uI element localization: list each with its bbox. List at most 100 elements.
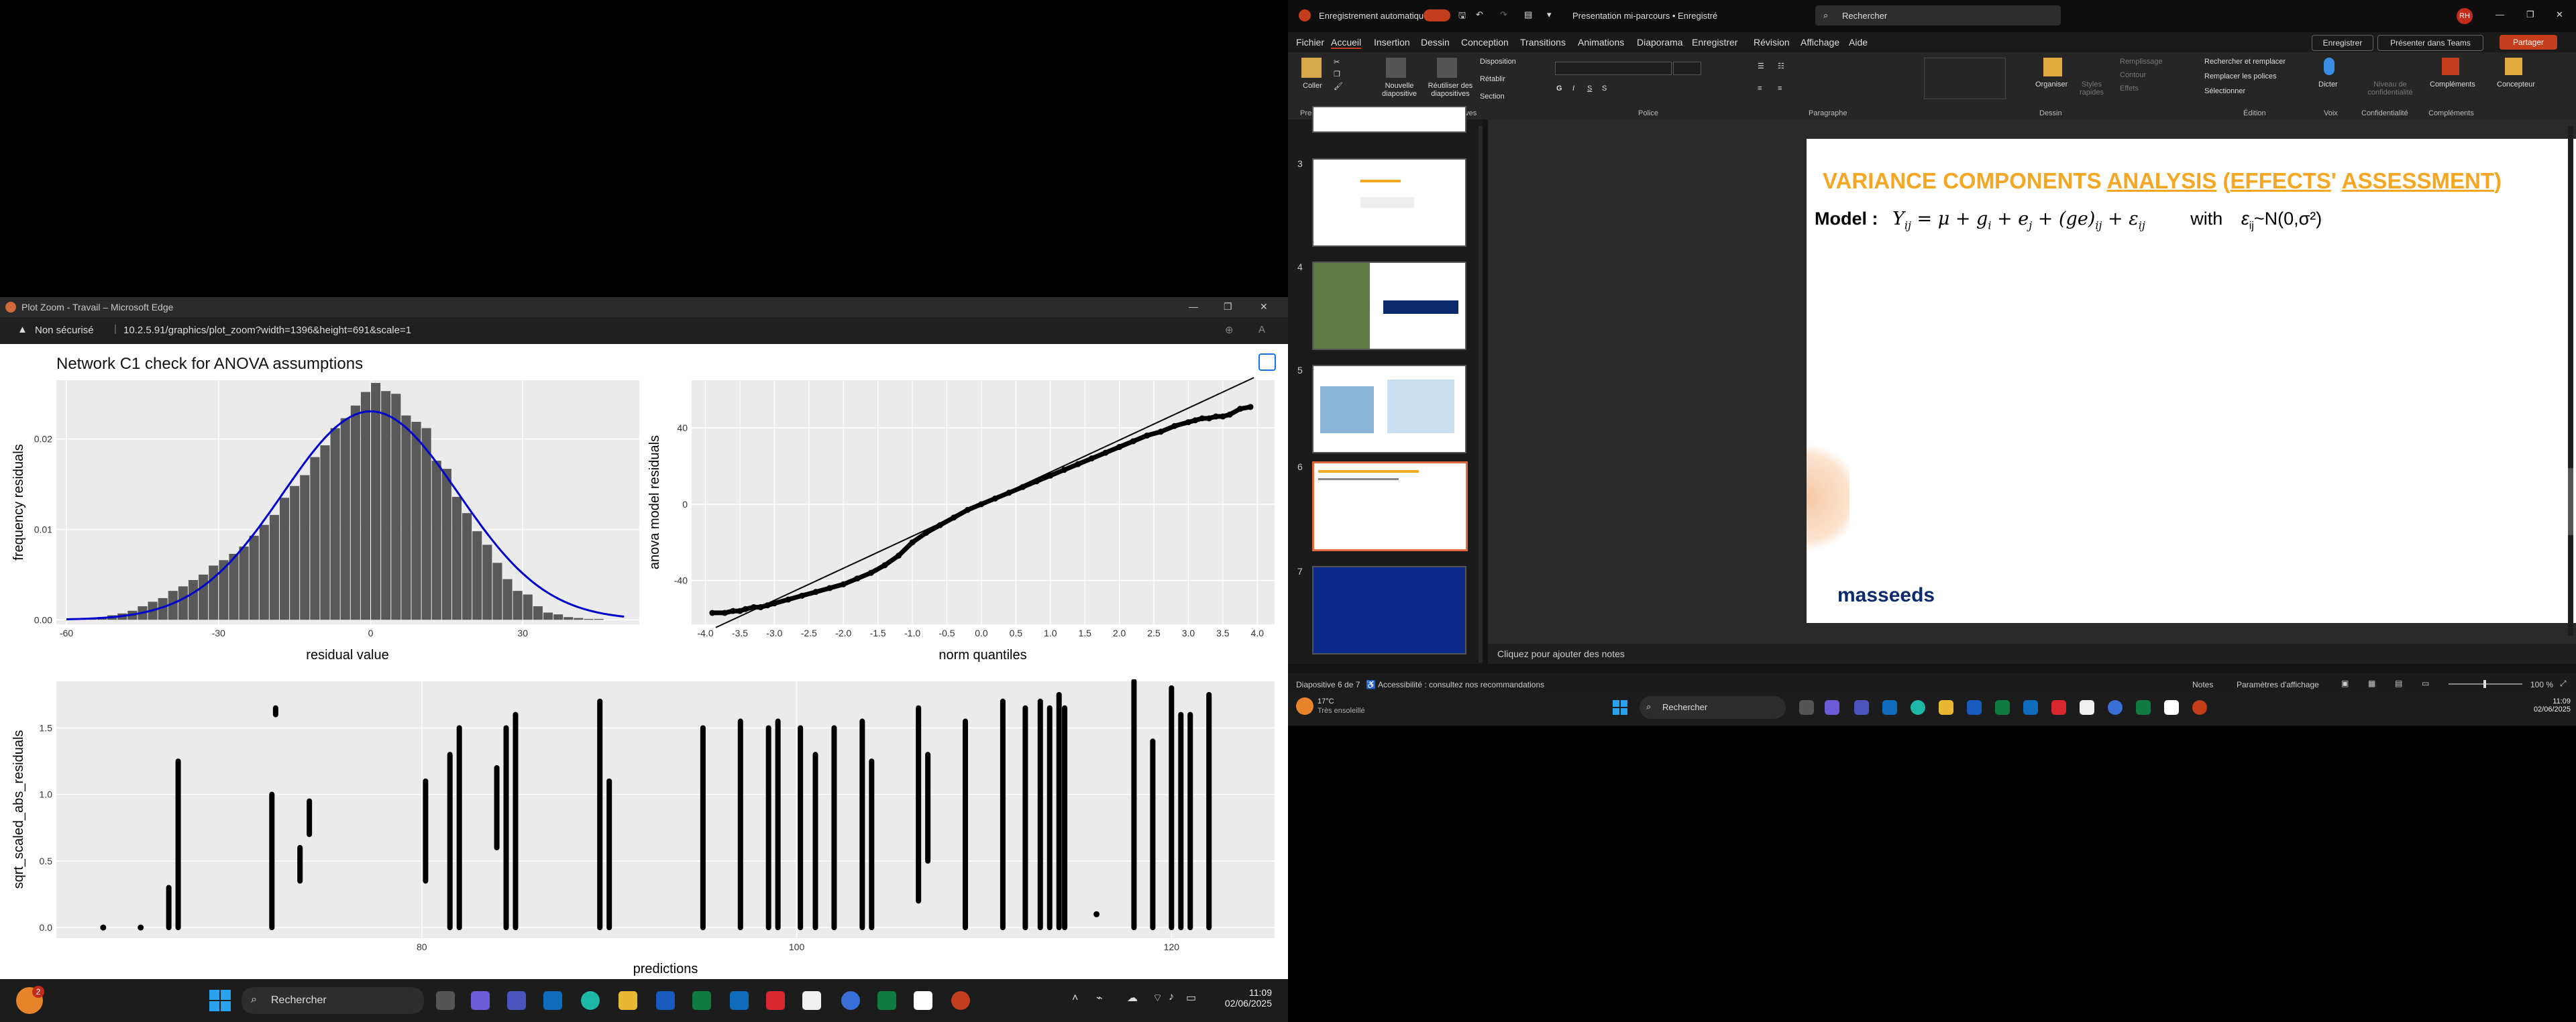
ppt-search-box[interactable]: ⌕ Rechercher xyxy=(1815,5,2061,25)
select-button[interactable]: Sélectionner xyxy=(2204,87,2245,95)
tab-accueil[interactable]: Accueil xyxy=(1331,37,1362,49)
windows-start-icon[interactable] xyxy=(1613,700,1627,715)
new-slide-icon[interactable] xyxy=(1386,58,1406,78)
strikethrough-icon[interactable]: S xyxy=(1602,84,1607,93)
shapes-gallery[interactable] xyxy=(1924,58,2006,99)
settings-panel-icon[interactable] xyxy=(2164,700,2179,715)
edge-icon[interactable] xyxy=(1911,700,1925,715)
section-button[interactable]: Section xyxy=(1480,93,1505,101)
effects-button[interactable]: Effets xyxy=(2120,84,2139,93)
outlook-icon[interactable] xyxy=(1882,700,1897,715)
slide-thumbnail-2[interactable] xyxy=(1312,106,1466,133)
tab-fichier[interactable]: Fichier xyxy=(1296,37,1324,48)
designer-button[interactable]: Concepteur xyxy=(2497,80,2535,89)
settings-panel-icon[interactable] xyxy=(914,991,932,1010)
word-icon[interactable] xyxy=(656,991,675,1010)
app-circle-icon[interactable] xyxy=(2108,700,2123,715)
align-center-icon[interactable]: ≡ xyxy=(1778,84,1782,93)
addins-button[interactable]: Compléments xyxy=(2430,80,2475,89)
underline-icon[interactable]: S xyxy=(1587,84,1592,93)
numbering-icon[interactable]: ☷ xyxy=(1778,62,1784,70)
document-icon[interactable] xyxy=(802,991,821,1010)
customize-qat-icon[interactable]: ▾ xyxy=(1547,9,1552,20)
maximize-icon[interactable]: ❐ xyxy=(2526,9,2534,20)
reuse-slides-icon[interactable] xyxy=(1437,58,1457,78)
excel-icon[interactable] xyxy=(692,991,711,1010)
taskbar-search[interactable]: ⌕ Rechercher xyxy=(241,987,424,1014)
close-icon[interactable]: ✕ xyxy=(1260,301,1268,313)
copy-icon[interactable]: ❐ xyxy=(1334,70,1340,78)
undo-icon[interactable]: ↶ xyxy=(1476,9,1483,20)
layout-button[interactable]: Disposition xyxy=(1480,58,1516,66)
tab-animations[interactable]: Animations xyxy=(1578,37,1624,48)
taskbar-search[interactable]: ⌕ Rechercher xyxy=(1640,696,1786,719)
notepad-icon[interactable] xyxy=(877,991,896,1010)
present-icon[interactable]: ▤ xyxy=(1524,9,1532,20)
tab-revision[interactable]: Révision xyxy=(1754,37,1790,48)
onedrive-icon[interactable]: ☁ xyxy=(1127,991,1138,1005)
maximize-icon[interactable]: ❐ xyxy=(1224,301,1232,313)
outlook-new-icon[interactable] xyxy=(2023,700,2038,715)
clock[interactable]: 11:09 02/06/2025 xyxy=(1201,987,1272,1009)
font-name-select[interactable] xyxy=(1555,62,1672,75)
close-icon[interactable]: ✕ xyxy=(2556,9,2563,20)
bold-icon[interactable]: G xyxy=(1556,84,1562,93)
powerpoint-icon[interactable] xyxy=(951,991,970,1010)
chevron-up-icon[interactable]: ˄ xyxy=(1072,992,1078,1005)
dictate-button[interactable]: Dicter xyxy=(2318,80,2338,89)
volume-icon[interactable]: ♪ xyxy=(1169,991,1174,1003)
document-title[interactable]: Presentation mi-parcours • Enregistré xyxy=(1572,11,1717,21)
excel-icon[interactable] xyxy=(1995,700,2010,715)
replace-fonts-button[interactable]: Remplacer les polices xyxy=(2204,72,2277,80)
powerpoint-icon[interactable] xyxy=(2192,700,2207,715)
tab-diaporama[interactable]: Diaporama xyxy=(1637,37,1682,48)
tab-aide[interactable]: Aide xyxy=(1849,37,1868,48)
task-view-icon[interactable] xyxy=(436,991,455,1010)
tab-conception[interactable]: Conception xyxy=(1461,37,1509,48)
record-button[interactable]: Enregistrer xyxy=(2312,35,2373,51)
outline-button[interactable]: Contour xyxy=(2120,71,2146,79)
arrange-button[interactable]: Organiser xyxy=(2035,80,2068,89)
find-replace-button[interactable]: Rechercher et remplacer xyxy=(2204,58,2286,66)
security-label[interactable]: Non sécurisé xyxy=(35,325,94,336)
wifi-icon[interactable]: ⌔ xyxy=(1152,991,1163,1005)
slide-scrollbar[interactable] xyxy=(2568,126,2573,636)
bullets-icon[interactable]: ☰ xyxy=(1758,62,1764,70)
word-icon[interactable] xyxy=(1967,700,1982,715)
paste-icon[interactable] xyxy=(1301,58,1322,78)
autosave-toggle[interactable] xyxy=(1424,9,1450,21)
teams-work-icon[interactable] xyxy=(1854,700,1869,715)
model-line[interactable]: Model : Yij = μ + gi + ej + (ge)ij + εij… xyxy=(1815,209,2322,232)
thumbnails-scrollbar[interactable] xyxy=(1479,126,1483,663)
reset-button[interactable]: Rétablir xyxy=(1480,75,1505,83)
tab-transitions[interactable]: Transitions xyxy=(1520,37,1566,48)
font-size-select[interactable] xyxy=(1673,62,1701,75)
minimize-icon[interactable]: — xyxy=(1189,301,1198,312)
user-avatar[interactable]: RH xyxy=(2457,8,2473,24)
warning-icon[interactable]: ▲ xyxy=(17,324,28,335)
designer-icon[interactable] xyxy=(2505,58,2522,75)
minimize-icon[interactable]: — xyxy=(2496,9,2504,19)
slide-title[interactable]: VARIANCE COMPONENTS ANALYSIS (EFFECTS' A… xyxy=(1823,168,2502,194)
tab-enregistrer[interactable]: Enregistrer xyxy=(1692,37,1737,48)
format-painter-icon[interactable]: 🖌 xyxy=(1334,82,1343,91)
slide-thumbnail-5[interactable] xyxy=(1312,365,1466,453)
tab-insertion[interactable]: Insertion xyxy=(1374,37,1410,48)
tab-dessin[interactable]: Dessin xyxy=(1421,37,1450,48)
cut-icon[interactable]: ✂ xyxy=(1334,58,1340,66)
accessibility-status[interactable]: Accessibilité : consultez nos recommanda… xyxy=(1378,680,1544,689)
slide-thumbnail-7[interactable] xyxy=(1312,566,1466,655)
app-circle-icon[interactable] xyxy=(841,991,860,1010)
slide-thumbnail-3[interactable] xyxy=(1312,158,1466,247)
teams-icon[interactable] xyxy=(1825,700,1839,715)
slideshow-icon[interactable]: ▭ xyxy=(2422,679,2429,688)
clock[interactable]: 11:09 02/06/2025 xyxy=(2506,697,2571,714)
italic-icon[interactable]: I xyxy=(1572,84,1574,93)
outlook-new-icon[interactable] xyxy=(730,991,749,1010)
align-left-icon[interactable]: ≡ xyxy=(1758,84,1762,93)
document-icon[interactable] xyxy=(2080,700,2094,715)
slide-canvas[interactable]: VARIANCE COMPONENTS ANALYSIS (EFFECTS' A… xyxy=(1807,139,2576,623)
redo-icon[interactable]: ↷ xyxy=(1500,9,1507,20)
paste-button[interactable]: Coller xyxy=(1303,82,1322,90)
share-button[interactable]: Partager xyxy=(2500,35,2557,50)
